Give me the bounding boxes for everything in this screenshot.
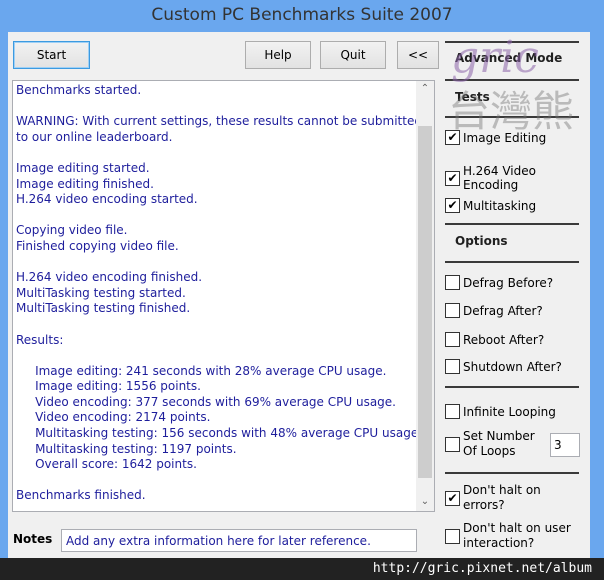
- log-line: Multitasking testing: 156 seconds with 4…: [16, 426, 423, 441]
- log-line: Image editing: 1556 points.: [16, 379, 201, 394]
- checkbox-icon[interactable]: ✔: [445, 198, 460, 213]
- checkbox-label: Shutdown After?: [463, 359, 562, 374]
- label-line: Set Number: [463, 429, 535, 443]
- log-line: to our online leaderboard.: [16, 129, 173, 144]
- quit-button[interactable]: Quit: [320, 41, 386, 69]
- checkbox-icon[interactable]: ✔: [445, 490, 460, 506]
- log-line: MultiTasking testing started.: [16, 285, 186, 300]
- checkbox-label: Defrag After?: [463, 303, 543, 318]
- checkbox-image-editing[interactable]: ✔ Image Editing: [445, 130, 546, 145]
- log-line: H.264 video encoding finished.: [16, 270, 203, 285]
- log-line: Benchmarks finished.: [16, 488, 146, 503]
- checkbox-label: H.264 Video Encoding: [463, 164, 536, 192]
- checkbox-icon[interactable]: [445, 436, 460, 452]
- scroll-up-icon[interactable]: ⌃: [416, 83, 434, 94]
- divider: [445, 386, 579, 388]
- window-title: Custom PC Benchmarks Suite 2007: [151, 5, 453, 25]
- checkbox-dont-halt-on-user-interaction[interactable]: Don't halt on user interaction?: [445, 521, 571, 551]
- checkbox-infinite-looping[interactable]: Infinite Looping: [445, 404, 556, 419]
- advanced-mode-heading: Advanced Mode: [455, 51, 563, 65]
- checkbox-icon[interactable]: [445, 528, 460, 544]
- notes-input[interactable]: [61, 529, 417, 552]
- checkbox-icon[interactable]: ✔: [445, 170, 460, 186]
- divider: [445, 261, 579, 263]
- checkbox-multitasking[interactable]: ✔ Multitasking: [445, 198, 536, 213]
- log-line: Video encoding: 2174 points.: [16, 410, 211, 425]
- checkbox-label: Defrag Before?: [463, 275, 554, 290]
- divider: [445, 79, 579, 81]
- log-text: Benchmarks started. WARNING: With current…: [16, 83, 423, 504]
- checkbox-icon[interactable]: [445, 332, 460, 347]
- checkbox-icon[interactable]: [445, 275, 460, 290]
- log-line: Multitasking testing: 1197 points.: [16, 441, 237, 456]
- checkbox-set-number-of-loops[interactable]: Set Number Of Loops: [445, 429, 535, 459]
- checkbox-icon[interactable]: ✔: [445, 130, 460, 145]
- advanced-panel: Advanced Mode Tests ✔ Image Editing ✔ H.26…: [445, 32, 581, 580]
- checkbox-defrag-before[interactable]: Defrag Before?: [445, 275, 553, 290]
- collapse-panel-button[interactable]: <<: [397, 41, 439, 69]
- options-heading: Options: [455, 234, 508, 248]
- checkbox-h264-video-encoding[interactable]: ✔ H.264 Video Encoding: [445, 164, 581, 192]
- divider: [445, 116, 579, 118]
- checkbox-defrag-after[interactable]: Defrag After?: [445, 303, 543, 318]
- checkbox-label: Image Editing: [463, 130, 547, 145]
- loop-count-input[interactable]: [550, 433, 580, 457]
- log-line: Benchmarks started.: [16, 83, 142, 97]
- help-button[interactable]: Help: [245, 41, 311, 69]
- checkbox-label: Don't halt on errors?: [463, 483, 541, 513]
- checkbox-icon[interactable]: [445, 303, 460, 318]
- checkbox-label: Set Number Of Loops: [463, 429, 535, 459]
- log-line: Video encoding: 377 seconds with 69% ave…: [16, 394, 396, 409]
- log-line: Image editing started.: [16, 160, 150, 175]
- divider: [445, 41, 579, 43]
- checkbox-reboot-after[interactable]: Reboot After?: [445, 332, 544, 347]
- scroll-down-icon[interactable]: ⌄: [416, 496, 434, 507]
- scroll-thumb[interactable]: [418, 126, 432, 478]
- label-line: errors?: [463, 498, 505, 512]
- log-line: Finished copying video file.: [16, 238, 179, 253]
- divider: [445, 472, 579, 474]
- log-line: Results:: [16, 332, 64, 347]
- log-line: H.264 video encoding started.: [16, 192, 198, 207]
- log-line: Image editing: 241 seconds with 28% aver…: [16, 363, 387, 378]
- log-line: MultiTasking testing finished.: [16, 301, 191, 316]
- log-line: Copying video file.: [16, 223, 128, 238]
- label-line: interaction?: [463, 536, 535, 550]
- log-output[interactable]: Benchmarks started. WARNING: With current…: [12, 80, 435, 512]
- label-line: Of Loops: [463, 444, 516, 458]
- notes-label: Notes: [13, 532, 53, 546]
- checkbox-label: Multitasking: [463, 198, 537, 213]
- checkbox-label: Reboot After?: [463, 332, 545, 347]
- start-button[interactable]: Start: [13, 41, 90, 69]
- label-line: Don't halt on: [463, 483, 541, 497]
- log-line: WARNING: With current settings, these re…: [16, 114, 422, 129]
- checkbox-label: Don't halt on user interaction?: [463, 521, 571, 551]
- main-window: Start Help Quit << Benchmarks started. WA…: [8, 32, 590, 580]
- checkbox-dont-halt-on-errors[interactable]: ✔ Don't halt on errors?: [445, 483, 541, 513]
- divider: [445, 223, 579, 225]
- log-line: Overall score: 1642 points.: [16, 457, 197, 472]
- log-line: Image editing finished.: [16, 176, 154, 191]
- checkbox-shutdown-after[interactable]: Shutdown After?: [445, 359, 562, 374]
- log-scrollbar[interactable]: ⌃ ⌄: [416, 81, 434, 511]
- label-line: Don't halt on user: [463, 521, 571, 535]
- checkbox-icon[interactable]: [445, 359, 460, 374]
- tests-heading: Tests: [455, 90, 490, 104]
- watermark-url: http://gric.pixnet.net/album: [0, 558, 604, 580]
- checkbox-icon[interactable]: [445, 404, 460, 419]
- checkbox-label: Infinite Looping: [463, 404, 556, 419]
